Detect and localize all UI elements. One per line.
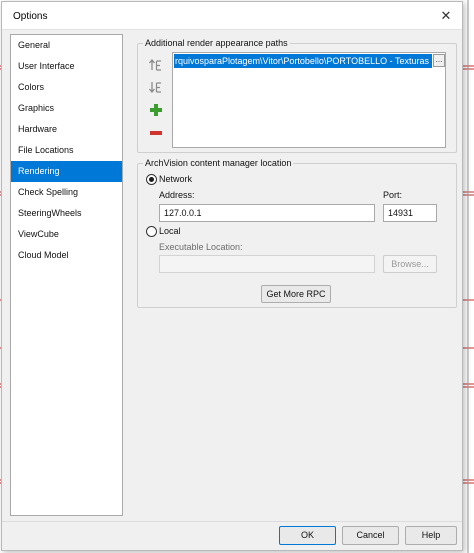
add-icon[interactable] <box>148 102 164 118</box>
sidebar-item-check-spelling[interactable]: Check Spelling <box>11 182 122 203</box>
cancel-button[interactable]: Cancel <box>342 526 399 545</box>
port-input[interactable]: 14931 <box>383 204 437 222</box>
sidebar-item-cloud-model[interactable]: Cloud Model <box>11 245 122 266</box>
window-title: Options <box>13 11 48 22</box>
render-paths-legend: Additional render appearance paths <box>143 38 290 48</box>
sidebar-item-rendering[interactable]: Rendering <box>11 161 122 182</box>
move-down-icon[interactable] <box>148 79 164 95</box>
options-category-list: General User Interface Colors Graphics Hardw… <box>11 35 122 266</box>
local-label: Local <box>159 226 181 236</box>
executable-location-label: Executable Location: <box>159 242 243 252</box>
move-up-icon[interactable] <box>148 57 164 73</box>
options-dialog: Options ✕ General User Interface Colors Gra… <box>1 1 463 551</box>
executable-location-input[interactable] <box>159 255 375 273</box>
sidebar-item-file-locations[interactable]: File Locations <box>11 140 122 161</box>
footer-separator <box>2 521 462 522</box>
render-path-row[interactable]: rquivosparaPlotagem\Vitor\Portobello\POR… <box>174 54 432 68</box>
ok-button[interactable]: OK <box>279 526 336 545</box>
options-sidebar: General User Interface Colors Graphics Hardw… <box>10 34 123 516</box>
browse-button[interactable]: Browse... <box>383 255 437 273</box>
network-label: Network <box>159 174 193 184</box>
archvision-legend: ArchVision content manager location <box>143 158 294 168</box>
sidebar-item-viewcube[interactable]: ViewCube <box>11 224 122 245</box>
port-label: Port: <box>383 190 403 200</box>
sidebar-item-general[interactable]: General <box>11 35 122 56</box>
local-radio[interactable] <box>146 226 157 237</box>
sidebar-item-graphics[interactable]: Graphics <box>11 98 122 119</box>
sidebar-item-user-interface[interactable]: User Interface <box>11 56 122 77</box>
network-radio[interactable] <box>146 174 157 185</box>
sidebar-item-steeringwheels[interactable]: SteeringWheels <box>11 203 122 224</box>
sidebar-item-colors[interactable]: Colors <box>11 77 122 98</box>
remove-icon[interactable] <box>148 125 164 141</box>
render-paths-list[interactable]: rquivosparaPlotagem\Vitor\Portobello\POR… <box>172 52 446 148</box>
address-input[interactable]: 127.0.0.1 <box>159 204 375 222</box>
close-icon[interactable]: ✕ <box>436 6 456 26</box>
title-bar: Options ✕ <box>2 2 462 30</box>
address-label: Address: <box>159 190 195 200</box>
get-more-rpc-button[interactable]: Get More RPC <box>261 285 331 303</box>
path-browse-button[interactable]: ... <box>433 54 445 67</box>
sidebar-item-hardware[interactable]: Hardware <box>11 119 122 140</box>
help-button[interactable]: Help <box>405 526 457 545</box>
